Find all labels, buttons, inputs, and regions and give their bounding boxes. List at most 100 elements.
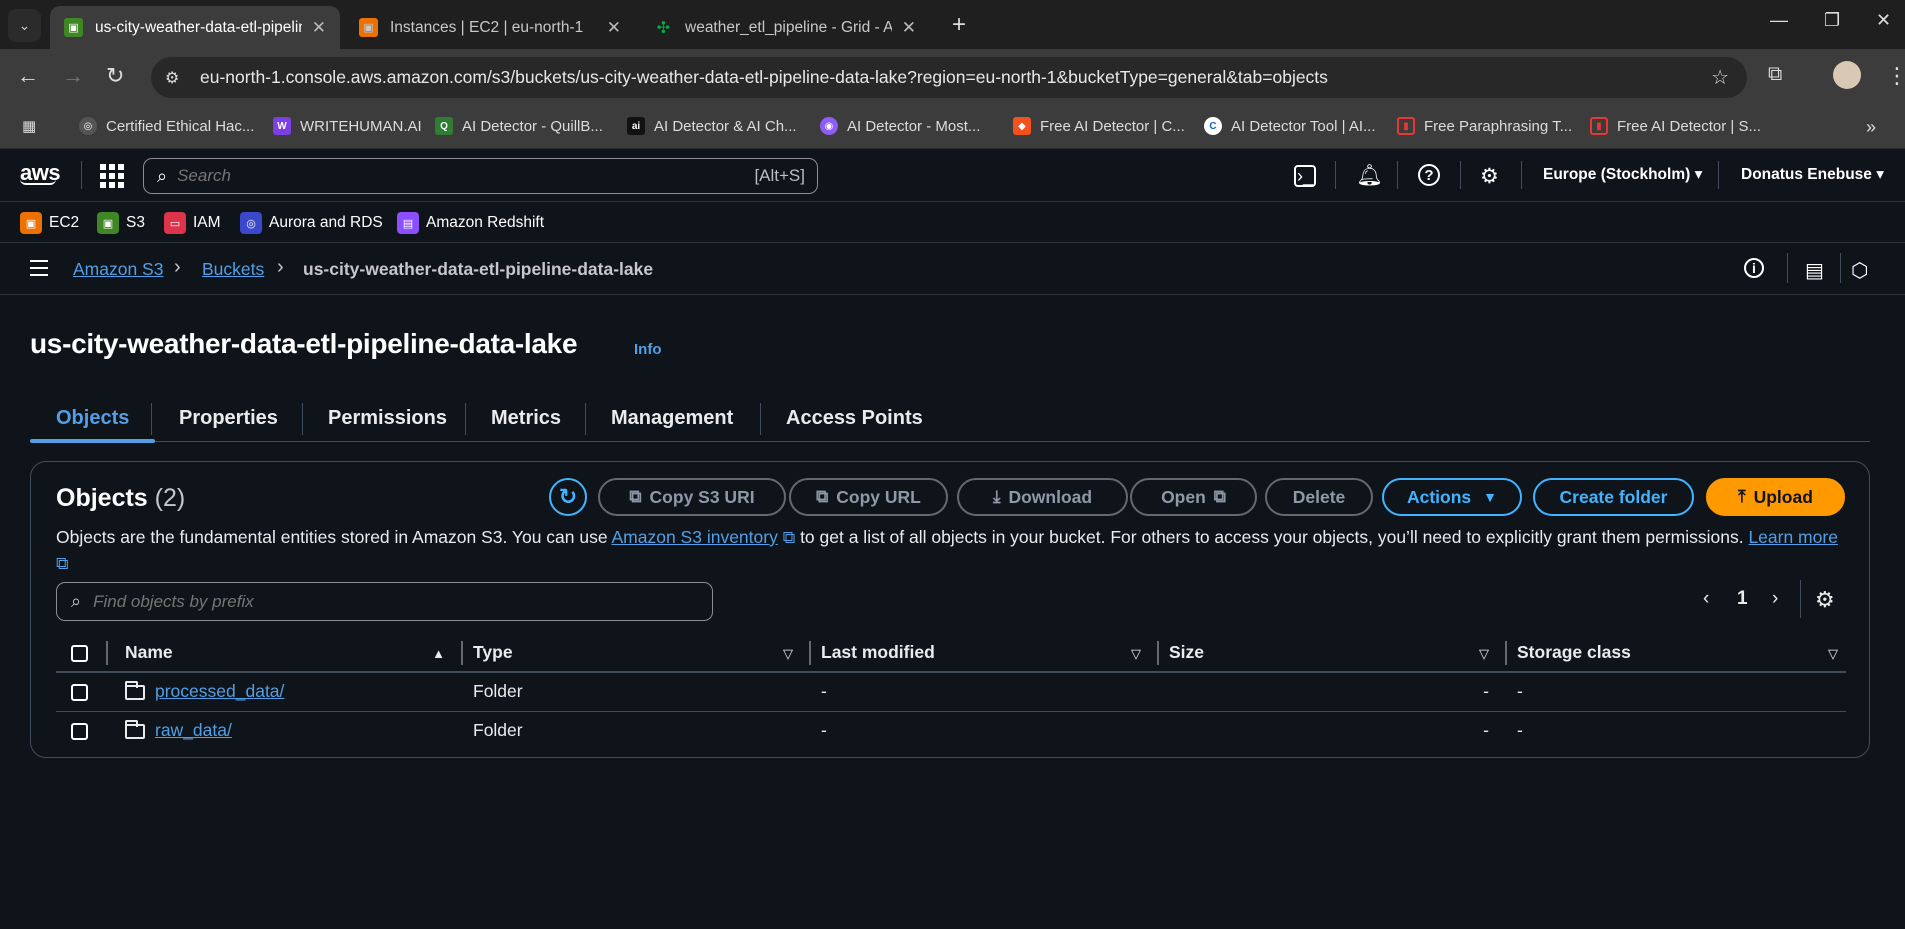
refresh-button[interactable]: ↻ [549,478,587,516]
back-icon[interactable]: ← [17,63,39,89]
profile-avatar[interactable] [1833,61,1861,89]
object-filter[interactable]: ⌕ [56,582,713,621]
folder-icon [125,681,145,701]
browser-tab-airflow[interactable]: ✣ weather_etl_pipeline - Grid - Air ✕ [640,6,930,49]
aws-search-box[interactable]: ⌕ [Alt+S] [143,158,818,194]
page-number[interactable]: 1 [1737,588,1748,610]
s3-inventory-link[interactable]: Amazon S3 inventory [612,527,778,547]
tab-search-button[interactable]: ⌄ [8,9,41,42]
copy-s3-uri-button[interactable]: ⧉ Copy S3 URI [598,478,786,516]
tab-metrics[interactable]: Metrics [491,395,561,442]
row-checkbox[interactable] [71,684,88,702]
column-header-storage-class[interactable]: Storage class ▽ [1505,634,1846,673]
object-size: - [1157,672,1505,712]
notifications-bell-icon[interactable]: 🔔︎ [1356,164,1383,188]
hexagon-settings-icon[interactable]: ⬡ [1851,258,1868,283]
reload-icon[interactable]: ↻ [106,63,124,89]
copy-icon: ⧉ [816,487,829,506]
cloudshell-icon[interactable]: ›_ [1294,165,1316,187]
apps-grid-icon[interactable]: ▦ [22,117,36,135]
service-shortcut-iam[interactable]: ▭ IAM [164,212,221,234]
browser-tab-ec2[interactable]: ▣ Instances | EC2 | eu-north-1 ✕ [345,6,635,49]
breadcrumb-amazon-s3[interactable]: Amazon S3 [73,259,163,280]
service-shortcut-redshift[interactable]: ▤ Amazon Redshift [397,212,544,234]
help-icon[interactable]: ? [1418,164,1440,186]
browser-menu-icon[interactable]: ⋮ [1886,63,1905,89]
sort-icon: ▽ [1479,646,1489,661]
bookmark-item[interactable]: C AI Detector Tool | AI... [1204,117,1376,135]
service-shortcut-rds[interactable]: ◎ Aurora and RDS [240,212,383,234]
redshift-icon: ▤ [397,212,419,234]
column-header-name[interactable]: Name ▲ [113,634,461,673]
learn-more-link[interactable]: Learn more [1748,527,1838,547]
s3-favicon-icon: ▣ [64,18,83,37]
console-toolbar-icon[interactable]: ▤ [1805,258,1824,283]
info-link[interactable]: Info [634,341,662,358]
object-name-link[interactable]: raw_data/ [155,720,232,740]
url-bar[interactable]: ⚙ eu-north-1.console.aws.amazon.com/s3/b… [151,57,1747,98]
more-bookmarks-icon[interactable]: » [1866,117,1876,138]
copy-url-button[interactable]: ⧉ Copy URL [789,478,948,516]
account-menu[interactable]: Donatus Enebuse ▾ [1741,165,1884,184]
create-folder-button[interactable]: Create folder [1533,478,1694,516]
download-button[interactable]: ⤓ Download [957,478,1128,516]
close-tab-icon[interactable]: ✕ [312,18,326,38]
tab-permissions[interactable]: Permissions [328,395,447,442]
column-header-last-modified[interactable]: Last modified ▽ [809,634,1157,673]
bookmark-item[interactable]: Q AI Detector - QuillB... [435,117,603,135]
search-icon: ⌕ [157,165,168,186]
find-objects-input[interactable] [93,591,674,612]
aws-search-input[interactable] [177,166,698,186]
upload-button[interactable]: ⤒ Upload [1706,478,1845,516]
bookmark-item[interactable]: ▮ Free Paraphrasing T... [1397,117,1572,135]
bookmark-item[interactable]: ai AI Detector & AI Ch... [627,117,797,135]
services-menu-icon[interactable] [100,164,124,188]
breadcrumb-buckets[interactable]: Buckets [202,259,264,280]
tab-objects[interactable]: Objects [30,395,156,443]
extensions-icon[interactable]: ⧉ [1768,63,1782,86]
close-tab-icon[interactable]: ✕ [902,18,916,38]
service-shortcut-s3[interactable]: ▣ S3 [97,212,145,234]
object-storage-class: - [1517,720,1523,741]
browser-tab-s3[interactable]: ▣ us-city-weather-data-etl-pipelin ✕ [50,6,340,49]
settings-gear-icon[interactable]: ⚙ [1480,164,1499,189]
maximize-icon[interactable]: ❐ [1824,10,1840,31]
service-shortcut-ec2[interactable]: ▣ EC2 [20,212,79,234]
bookmarks-bar: ▦ ◎ Certified Ethical Hac... W WRITEHUMAN.… [0,107,1905,149]
select-all-checkbox[interactable] [71,644,88,662]
new-tab-icon[interactable]: + [952,11,966,39]
bookmark-item[interactable]: ▮ Free AI Detector | S... [1590,117,1761,135]
column-header-size[interactable]: Size ▽ [1157,634,1505,673]
aws-logo[interactable]: aws [20,160,61,185]
open-button[interactable]: Open ⧉ [1130,478,1257,516]
bookmark-item[interactable]: ◆ Free AI Detector | C... [1013,117,1185,135]
object-name-link[interactable]: processed_data/ [155,681,284,701]
tab-properties[interactable]: Properties [179,395,278,442]
aws-top-nav: aws ⌕ [Alt+S] ›_ 🔔︎ ? ⚙ Europe (Stockhol… [0,149,1905,202]
ec2-favicon-icon: ▣ [359,18,378,37]
row-checkbox[interactable] [71,723,88,741]
column-header-type[interactable]: Type ▽ [461,634,809,673]
forward-icon[interactable]: → [62,63,84,89]
tab-access-points[interactable]: Access Points [786,395,923,442]
download-icon: ⤓ [992,487,1001,506]
close-tab-icon[interactable]: ✕ [607,18,621,38]
delete-button[interactable]: Delete [1265,478,1373,516]
actions-dropdown[interactable]: Actions ▼ [1382,478,1522,516]
tab-management[interactable]: Management [611,395,733,442]
side-nav-menu-icon[interactable] [30,260,48,281]
bookmark-item[interactable]: ◎ Certified Ethical Hac... [79,117,254,135]
bookmark-item[interactable]: W WRITEHUMAN.AI [273,117,422,135]
minimize-icon[interactable]: — [1770,10,1788,31]
main-content: Amazon S3 › Buckets › us-city-weather-da… [0,243,1905,929]
table-preferences-gear-icon[interactable]: ⚙ [1815,587,1835,613]
prev-page-icon[interactable]: ‹ [1703,588,1709,610]
region-selector[interactable]: Europe (Stockholm) ▾ [1543,165,1702,184]
close-window-icon[interactable]: ✕ [1876,10,1891,31]
info-panel-icon[interactable]: i [1744,258,1764,278]
url-text[interactable]: eu-north-1.console.aws.amazon.com/s3/buc… [200,67,1328,88]
next-page-icon[interactable]: › [1772,588,1778,610]
bookmark-item[interactable]: ◉ AI Detector - Most... [820,117,980,135]
bookmark-star-icon[interactable]: ☆ [1711,65,1729,90]
site-settings-icon[interactable]: ⚙ [165,68,187,88]
